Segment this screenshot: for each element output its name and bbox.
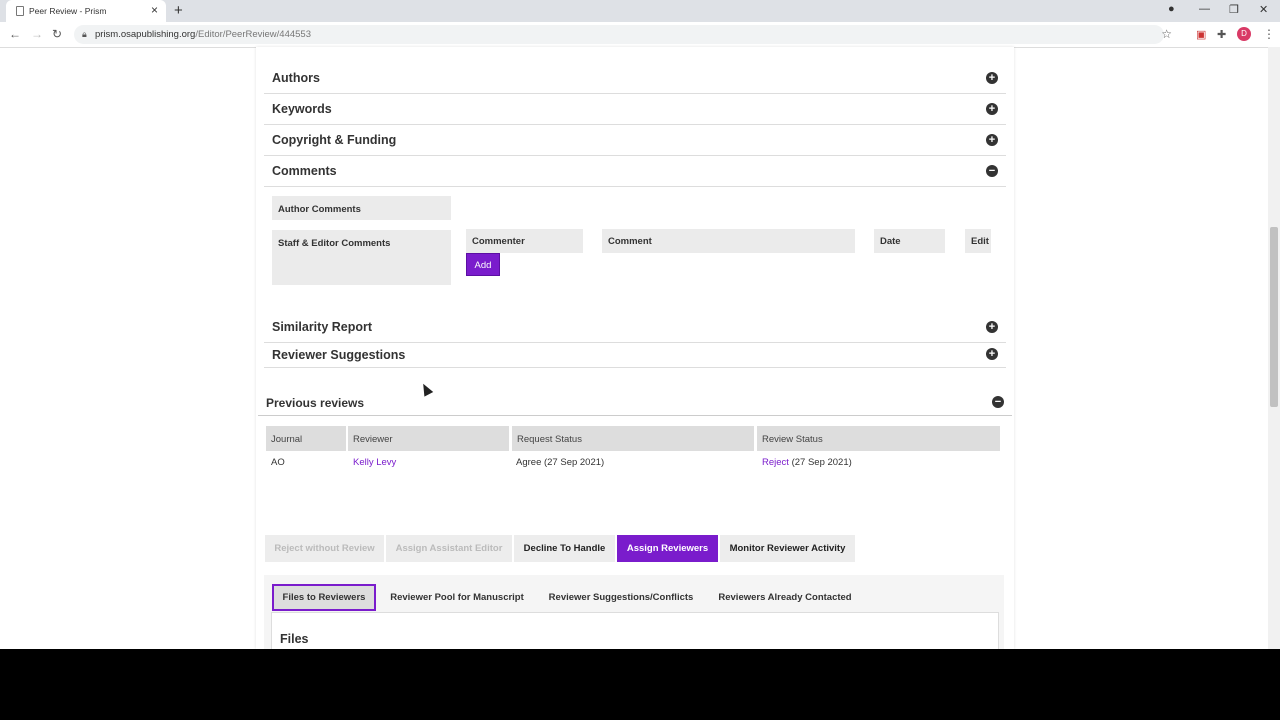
expand-plus-icon[interactable]: + [986,103,998,115]
peer-review-page: Authors + Keywords + Copyright & Funding… [256,47,1014,649]
expand-plus-icon[interactable]: + [986,321,998,333]
close-tab-icon[interactable]: × [151,3,158,17]
files-title: Files [280,632,309,646]
close-window-icon[interactable]: ✕ [1259,3,1268,16]
lock-icon: 🔒︎ [82,29,87,39]
assign-assistant-editor-button[interactable]: Assign Assistant Editor [386,535,512,562]
media-control-icon[interactable]: ● [1168,3,1175,15]
expand-plus-icon[interactable]: + [986,348,998,360]
reject-without-review-button[interactable]: Reject without Review [265,535,384,562]
staff-editor-comments-box: Staff & Editor Comments [272,230,451,285]
section-label: Comments [272,164,337,178]
monitor-reviewer-activity-button[interactable]: Monitor Reviewer Activity [720,535,855,562]
browser-tab[interactable]: Peer Review - Prism × [6,0,166,22]
decline-to-handle-button[interactable]: Decline To Handle [514,535,615,562]
new-tab-icon[interactable]: + [174,2,183,19]
section-label: Authors [272,71,320,85]
puzzle-icon[interactable]: ✚ [1217,28,1226,41]
assign-reviewers-panel: Files to Reviewers Reviewer Pool for Man… [264,575,1004,649]
column-review-status: Review Status [757,426,1000,451]
column-journal: Journal [266,426,346,451]
collapse-minus-icon[interactable]: − [992,396,1004,408]
section-label: Copyright & Funding [272,133,397,147]
bookmark-star-icon[interactable]: ☆ [1161,27,1172,41]
reviewer-link[interactable]: Kelly Levy [353,457,396,468]
expand-plus-icon[interactable]: + [986,72,998,84]
tab-files-to-reviewers[interactable]: Files to Reviewers [272,584,376,611]
tab-strip: Peer Review - Prism × + ● — ❐ ✕ [0,0,1280,22]
section-comments[interactable]: Comments − [264,155,1006,187]
previous-reviews-title: Previous reviews [266,396,365,410]
avatar[interactable]: D [1237,27,1251,41]
add-comment-button[interactable]: Add [466,253,500,276]
reload-icon[interactable]: ↻ [52,27,62,41]
scrollbar-thumb[interactable] [1270,227,1278,407]
section-label: Reviewer Suggestions [272,348,406,362]
extension-icon[interactable]: ▣ [1196,28,1206,41]
review-status-cell: Reject (27 Sep 2021) [762,457,852,468]
journal-cell: AO [271,457,285,468]
author-comments-label: Author Comments [278,204,361,215]
section-copyright-funding[interactable]: Copyright & Funding + [264,124,1006,156]
expand-plus-icon[interactable]: + [986,134,998,146]
menu-icon[interactable]: ⋮ [1263,27,1275,41]
page-icon [16,6,24,16]
column-reviewer: Reviewer [348,426,509,451]
author-comments-box: Author Comments [272,196,451,220]
collapse-minus-icon[interactable]: − [986,165,998,177]
address-toolbar: ← → ↻ 🔒︎ prism.osapublishing.org/Editor/… [0,22,1280,48]
forward-icon[interactable]: → [31,27,43,41]
previous-reviews-header[interactable]: Previous reviews − [258,391,1012,416]
section-keywords[interactable]: Keywords + [264,93,1006,125]
tab-title: Peer Review - Prism [29,6,107,16]
browser-window: Peer Review - Prism × + ● — ❐ ✕ ← → ↻ 🔒︎… [0,0,1280,649]
scrollbar[interactable] [1268,47,1280,649]
staff-editor-comments-label: Staff & Editor Comments [278,238,391,249]
back-icon[interactable]: ← [9,27,21,41]
request-status-cell: Agree (27 Sep 2021) [516,457,605,468]
minimize-icon[interactable]: — [1199,3,1210,15]
section-reviewer-suggestions[interactable]: Reviewer Suggestions + [264,337,1006,368]
tab-reviewers-already-contacted[interactable]: Reviewers Already Contacted [710,584,860,611]
address-bar[interactable]: 🔒︎ prism.osapublishing.org/Editor/PeerRe… [74,25,1172,44]
section-label: Similarity Report [272,320,373,334]
tab-reviewer-pool[interactable]: Reviewer Pool for Manuscript [382,584,532,611]
tab-reviewer-suggestions-conflicts[interactable]: Reviewer Suggestions/Conflicts [542,584,700,611]
assign-reviewers-button[interactable]: Assign Reviewers [617,535,718,562]
column-request-status: Request Status [512,426,754,451]
review-status-link[interactable]: Reject [762,457,789,468]
restore-icon[interactable]: ❐ [1229,3,1239,16]
column-date: Date [874,229,945,253]
files-box: Files [271,612,999,649]
section-authors[interactable]: Authors + [264,62,1006,94]
url-text: prism.osapublishing.org/Editor/PeerRevie… [95,29,311,40]
column-commenter: Commenter [466,229,583,253]
section-label: Keywords [272,102,332,116]
column-edit: Edit [965,229,991,253]
column-comment: Comment [602,229,855,253]
